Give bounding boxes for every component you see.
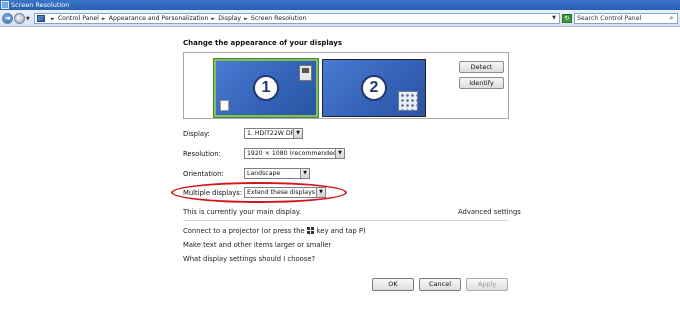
detect-button[interactable]: Detect (459, 61, 504, 73)
search-icon[interactable]: ⌕ (667, 14, 676, 23)
keypad-icon (398, 91, 418, 111)
display-icon (1, 1, 9, 9)
search-placeholder: Search Control Panel (577, 15, 642, 22)
search-input[interactable]: Search Control Panel ⌕ (574, 13, 678, 24)
title-bar: Screen Resolution (0, 0, 680, 10)
projector-link[interactable]: Connect to a projector (or press the key … (183, 227, 366, 235)
screen-resolution-window: Screen Resolution ◄ ► ▼ ► Control Panel ► A… (0, 0, 680, 317)
address-dropdown-chevron-down-icon[interactable]: ▼ (550, 15, 558, 22)
orientation-label: Orientation: (183, 170, 224, 178)
orientation-select[interactable]: Landscape ▼ (244, 168, 310, 179)
ok-button[interactable]: OK (372, 278, 414, 291)
breadcrumb-chevron-icon[interactable]: ► (48, 16, 58, 22)
taskbar-icon (220, 100, 229, 111)
monitor-number: 2 (361, 75, 387, 101)
display-value: 1. HDIT22W DP (247, 130, 295, 137)
breadcrumb-chevron-icon[interactable]: ► (241, 16, 251, 22)
windows-key-icon (306, 227, 315, 234)
breadcrumb: ► Control Panel ► Appearance and Personaliz… (48, 15, 307, 23)
resolution-label: Resolution: (183, 150, 221, 158)
control-panel-icon (37, 15, 45, 22)
monitor-1[interactable]: 1 (214, 59, 318, 117)
recent-pages-chevron-down-icon[interactable]: ▼ (26, 16, 32, 22)
display-label: Display: (183, 130, 210, 138)
orientation-value: Landscape (247, 170, 281, 177)
navigation-bar: ◄ ► ▼ ► Control Panel ► Appearance and Pers… (0, 10, 680, 27)
breadcrumb-display[interactable]: Display (218, 15, 241, 22)
identify-button[interactable]: Identify (459, 77, 504, 89)
highlight-annotation (171, 182, 347, 203)
breadcrumb-screen-resolution[interactable]: Screen Resolution (251, 15, 307, 22)
refresh-icon[interactable]: ↻ (562, 14, 572, 23)
help-link[interactable]: What display settings should I choose? (183, 255, 315, 263)
breadcrumb-chevron-icon[interactable]: ► (99, 16, 109, 22)
chevron-down-icon[interactable]: ▼ (335, 149, 344, 158)
divider (183, 220, 509, 221)
window-title: Screen Resolution (11, 1, 70, 9)
breadcrumb-chevron-icon[interactable]: ► (208, 16, 218, 22)
page-title: Change the appearance of your displays (183, 39, 343, 47)
advanced-settings-link[interactable]: Advanced settings (458, 208, 521, 216)
text-size-link[interactable]: Make text and other items larger or smal… (183, 241, 331, 249)
chevron-down-icon[interactable]: ▼ (293, 129, 302, 138)
projector-link-text[interactable]: Connect to a projector (or press the (183, 227, 305, 235)
back-button[interactable]: ◄ (2, 13, 13, 24)
breadcrumb-control-panel[interactable]: Control Panel (58, 15, 99, 22)
resolution-select[interactable]: 1920 × 1080 (recommended) ▼ (244, 148, 345, 159)
display-select[interactable]: 1. HDIT22W DP ▼ (244, 128, 303, 139)
apply-button[interactable]: Apply (466, 278, 508, 291)
address-bar[interactable]: ► Control Panel ► Appearance and Personaliz… (34, 13, 560, 24)
projector-link-text-end[interactable]: key and tap P) (317, 227, 366, 235)
window-icon (299, 65, 312, 81)
chevron-down-icon[interactable]: ▼ (300, 169, 309, 178)
resolution-value: 1920 × 1080 (recommended) (247, 150, 340, 157)
main-display-note: This is currently your main display. (183, 208, 302, 216)
forward-button[interactable]: ► (14, 13, 25, 24)
cancel-button[interactable]: Cancel (419, 278, 461, 291)
monitor-2[interactable]: 2 (322, 59, 426, 117)
breadcrumb-appearance[interactable]: Appearance and Personalization (109, 15, 209, 22)
monitor-number: 1 (253, 75, 279, 101)
